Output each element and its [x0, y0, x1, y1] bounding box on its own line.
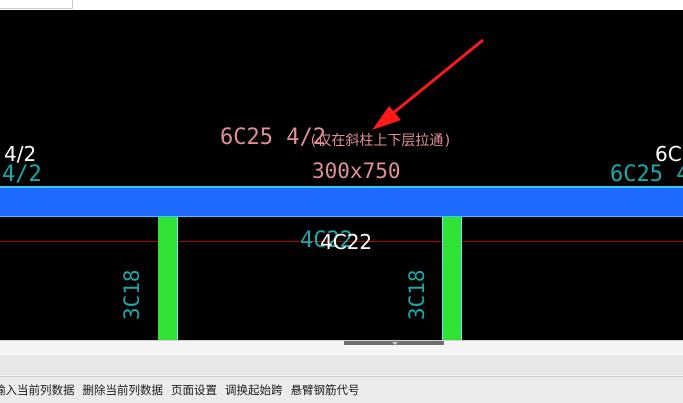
bottom-toolbar: 输入当前列数据 删除当前列数据 页面设置 调换起始跨 悬臂钢筋代号 [0, 376, 683, 403]
top-strip [0, 0, 683, 10]
arrow-shaft [391, 38, 484, 116]
tab-stub[interactable] [0, 0, 73, 9]
annotation-arrow [372, 38, 484, 130]
swap-start-span-button[interactable]: 调换起始跨 [221, 382, 287, 398]
panel-gap [0, 355, 683, 375]
horizontal-scrollbar[interactable] [0, 340, 683, 355]
cantilever-rebar-code-button[interactable]: 悬臂钢筋代号 [287, 382, 364, 398]
drawing-canvas[interactable]: 6C25 4/2 (仅在斜柱上下层拉通) 300x750 4/2 4/2 6C2… [0, 10, 683, 340]
delete-column-data-button[interactable]: 删除当前列数据 [79, 382, 168, 398]
page-setup-button[interactable]: 页面设置 [167, 382, 221, 398]
scroll-grip-icon [392, 342, 398, 345]
input-column-data-button[interactable]: 输入当前列数据 [0, 382, 79, 398]
